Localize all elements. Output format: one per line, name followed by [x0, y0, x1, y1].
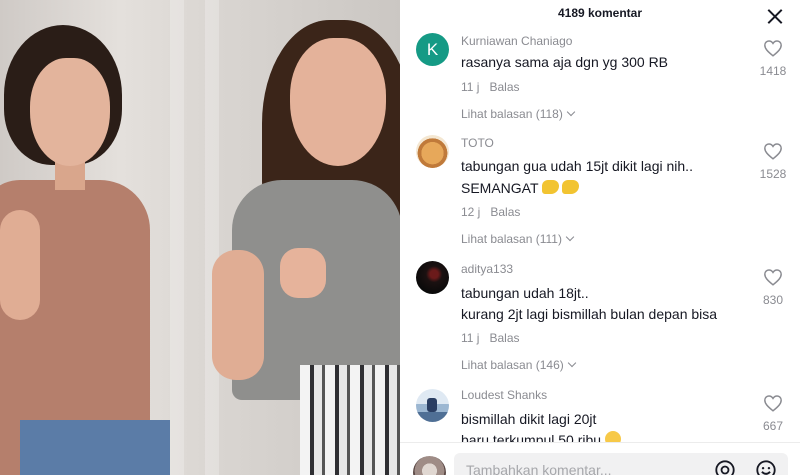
like-button[interactable]: 1528 [758, 142, 788, 181]
heart-outline-icon [764, 269, 782, 286]
avatar[interactable] [416, 389, 449, 422]
curtain-fold [170, 0, 184, 475]
comment-username[interactable]: aditya133 [461, 262, 513, 276]
dancer-left-face [30, 58, 110, 166]
avatar[interactable]: K [416, 33, 449, 66]
comment-text: baru terkumpul 50 ribu [461, 432, 602, 442]
laughing-emoji [605, 431, 622, 442]
comment-username[interactable]: Kurniawan Chaniago [461, 34, 572, 48]
dancer-right-face [290, 38, 386, 166]
comment-text: tabungan udah 18jt.. [461, 285, 589, 301]
like-button[interactable]: 830 [758, 268, 788, 307]
comment-meta: 11 j Balas [461, 331, 520, 345]
heart-outline-icon [764, 143, 782, 160]
view-replies-label: Lihat balasan (111) [461, 232, 562, 246]
view-replies-button[interactable]: Lihat balasan (146) [461, 358, 576, 372]
curtain-fold [205, 0, 219, 475]
avatar[interactable] [416, 261, 449, 294]
like-count: 1418 [759, 64, 787, 78]
comment-time: 11 j [461, 331, 480, 345]
view-replies-label: Lihat balasan (146) [461, 358, 564, 372]
comment-text-line-2: SEMANGAT [461, 178, 579, 199]
close-icon[interactable] [766, 8, 784, 26]
dancer-right-fist [280, 248, 326, 298]
comment-text-line-2: baru terkumpul 50 ribu [461, 430, 622, 442]
comment-meta: 12 j Balas [461, 205, 520, 219]
like-button[interactable]: 667 [758, 394, 788, 433]
flexed-biceps-emoji [561, 180, 579, 194]
chevron-down-icon [566, 107, 576, 117]
view-replies-button[interactable]: Lihat balasan (111) [461, 232, 575, 246]
comment-count-title: 4189 komentar [557, 6, 643, 20]
reply-button[interactable]: Balas [489, 331, 519, 345]
comment-input[interactable] [454, 453, 788, 475]
comment-meta: 11 j Balas [461, 80, 520, 94]
like-button[interactable]: 1418 [758, 39, 788, 78]
current-user-avatar [413, 456, 446, 475]
chevron-down-icon [565, 232, 575, 242]
reply-button[interactable]: Balas [489, 80, 519, 94]
at-sign-icon[interactable] [714, 459, 736, 475]
comment-text: SEMANGAT [461, 180, 539, 196]
reply-button[interactable]: Balas [490, 205, 520, 219]
avatar[interactable] [416, 135, 449, 168]
comments-panel: 4189 komentar K Kurniawan Chaniago rasan… [400, 0, 800, 475]
dancer-right-arm [212, 250, 264, 380]
comment-username[interactable]: Loudest Shanks [461, 388, 547, 402]
heart-outline-icon [764, 395, 782, 412]
comment-time: 12 j [461, 205, 481, 219]
smiley-icon[interactable] [755, 459, 777, 475]
like-count: 1528 [759, 167, 787, 181]
video-frame[interactable] [0, 0, 400, 475]
view-replies-button[interactable]: Lihat balasan (118) [461, 107, 576, 121]
dancer-right-skirt [300, 365, 400, 475]
flexed-biceps-emoji [541, 180, 559, 194]
comment-text: rasanya sama aja dgn yg 300 RB [461, 54, 669, 70]
comment-list[interactable]: K Kurniawan Chaniago rasanya sama aja dg… [400, 28, 800, 442]
view-replies-label: Lihat balasan (118) [461, 107, 563, 121]
like-count: 667 [762, 419, 784, 433]
chevron-down-icon [567, 358, 576, 368]
comment-text: bismillah dikit lagi 20jt [461, 411, 597, 427]
dancer-left-jeans [20, 420, 170, 475]
comments-header: 4189 komentar [400, 0, 800, 28]
dancer-left-arm [0, 210, 40, 320]
comment-input-bar [400, 442, 800, 475]
heart-outline-icon [764, 40, 782, 57]
comment-text: tabungan gua udah 15jt dikit lagi nih.. [461, 158, 693, 174]
comment-username[interactable]: TOTO [461, 136, 494, 150]
comment-text: kurang 2jt lagi bismillah bulan depan bi… [461, 306, 718, 322]
like-count: 830 [762, 293, 784, 307]
comment-time: 11 j [461, 80, 480, 94]
